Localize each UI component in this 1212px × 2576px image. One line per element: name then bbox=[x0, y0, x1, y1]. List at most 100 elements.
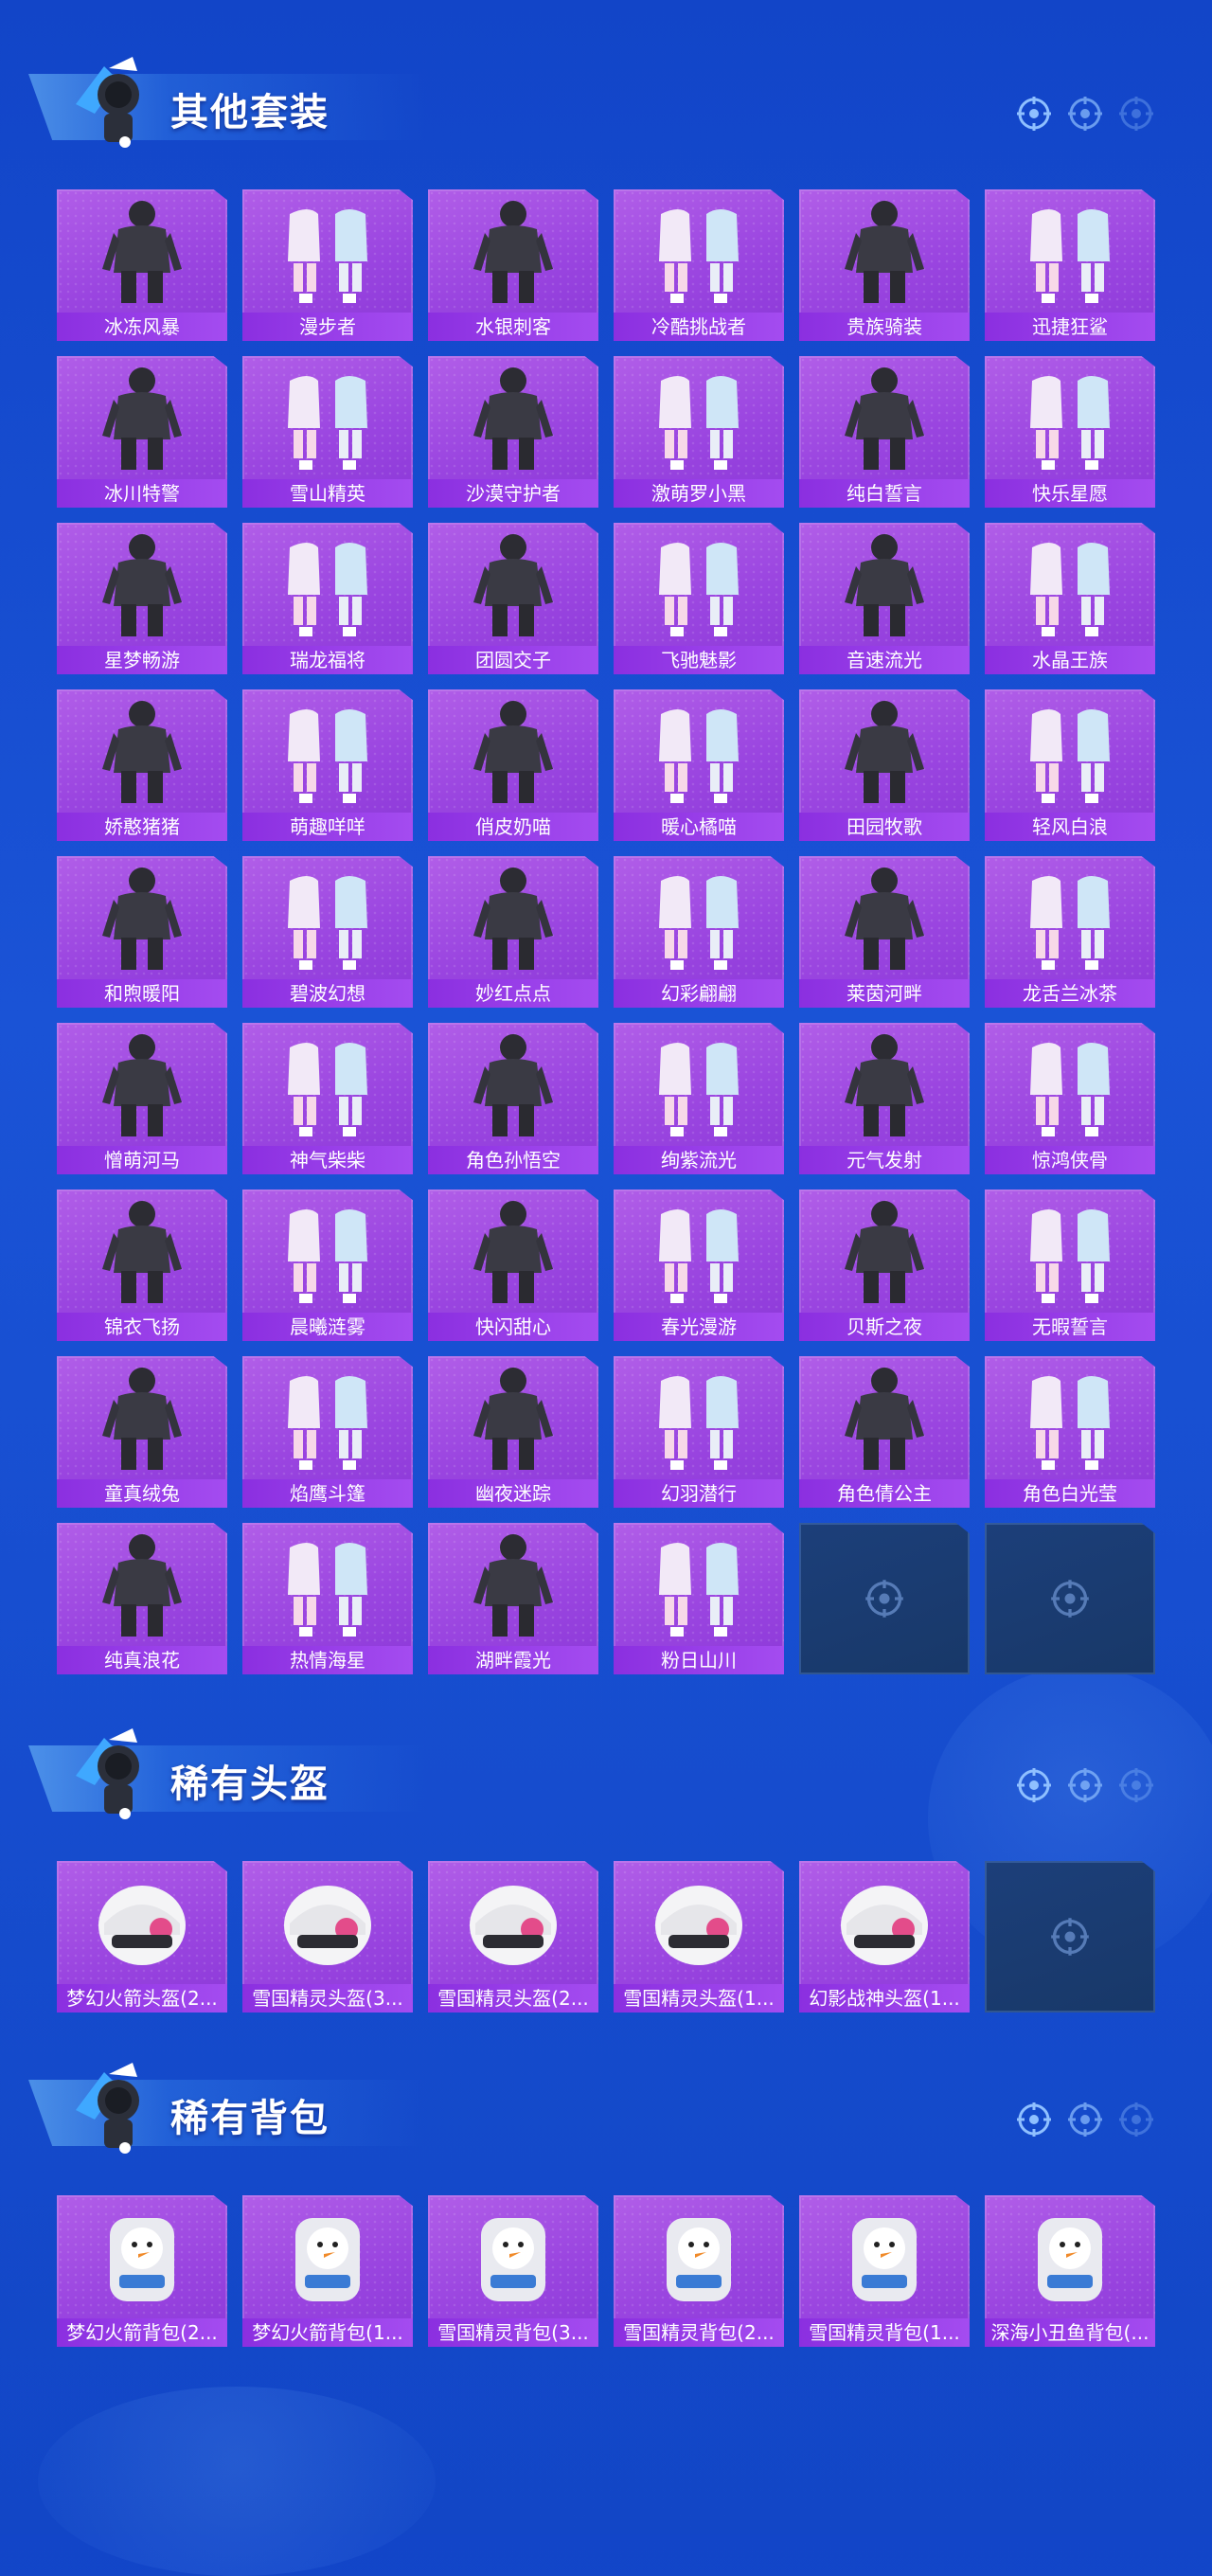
item-label: 雪山精英 bbox=[242, 479, 413, 508]
outfit-image bbox=[1004, 528, 1136, 640]
item-label: 晨曦涟雾 bbox=[242, 1313, 413, 1341]
backpack-card[interactable]: 梦幻火箭背包(1... bbox=[242, 2195, 413, 2347]
outfit-card[interactable]: 星梦畅游 bbox=[57, 523, 227, 674]
section-header: 其他套装 bbox=[28, 47, 1184, 152]
outfit-card[interactable]: 憎萌河马 bbox=[57, 1023, 227, 1174]
outfit-card[interactable]: 粉日山川 bbox=[614, 1523, 784, 1674]
outfit-card[interactable]: 碧波幻想 bbox=[242, 856, 413, 1008]
outfit-card[interactable]: 晨曦涟雾 bbox=[242, 1190, 413, 1341]
item-label: 音速流光 bbox=[799, 646, 970, 674]
outfit-card[interactable]: 雪山精英 bbox=[242, 356, 413, 508]
outfit-card[interactable]: 水晶王族 bbox=[985, 523, 1155, 674]
reticle-icon bbox=[1017, 97, 1051, 131]
outfit-card[interactable]: 快闪甜心 bbox=[428, 1190, 598, 1341]
backpack-card[interactable]: 雪国精灵背包(3... bbox=[428, 2195, 598, 2347]
outfit-card[interactable]: 龙舌兰冰茶 bbox=[985, 856, 1155, 1008]
outfit-card[interactable]: 轻风白浪 bbox=[985, 689, 1155, 841]
backpack-card[interactable]: 梦幻火箭背包(2... bbox=[57, 2195, 227, 2347]
item-label: 快乐星愿 bbox=[985, 479, 1155, 508]
item-label: 莱茵河畔 bbox=[799, 979, 970, 1008]
outfit-card[interactable]: 和煦暖阳 bbox=[57, 856, 227, 1008]
outfit-card[interactable]: 纯白誓言 bbox=[799, 356, 970, 508]
item-label: 纯真浪花 bbox=[57, 1646, 227, 1674]
outfit-card[interactable]: 无暇誓言 bbox=[985, 1190, 1155, 1341]
outfit-card[interactable]: 沙漠守护者 bbox=[428, 356, 598, 508]
outfit-card[interactable]: 角色孙悟空 bbox=[428, 1023, 598, 1174]
outfit-card[interactable]: 角色白光莹 bbox=[985, 1356, 1155, 1508]
item-label: 深海小丑鱼背包(... bbox=[985, 2318, 1155, 2347]
outfit-card[interactable]: 幻羽潜行 bbox=[614, 1356, 784, 1508]
outfit-card[interactable]: 神气柴柴 bbox=[242, 1023, 413, 1174]
item-label: 雪国精灵背包(2... bbox=[614, 2318, 784, 2347]
outfit-image bbox=[261, 528, 394, 640]
reticle-icon bbox=[1068, 97, 1102, 131]
outfit-card[interactable]: 元气发射 bbox=[799, 1023, 970, 1174]
outfit-image bbox=[447, 528, 579, 640]
outfit-card[interactable]: 春光漫游 bbox=[614, 1190, 784, 1341]
outfit-card[interactable]: 幽夜迷踪 bbox=[428, 1356, 598, 1508]
outfit-card[interactable]: 冷酷挑战者 bbox=[614, 189, 784, 341]
outfit-card[interactable]: 冰冻风暴 bbox=[57, 189, 227, 341]
item-label: 梦幻火箭头盔(2... bbox=[57, 1984, 227, 2012]
backpack-card[interactable]: 雪国精灵背包(1... bbox=[799, 2195, 970, 2347]
item-label: 粉日山川 bbox=[614, 1646, 784, 1674]
item-label: 角色倩公主 bbox=[799, 1479, 970, 1508]
outfit-image bbox=[76, 528, 208, 640]
item-label: 焰鹰斗篷 bbox=[242, 1479, 413, 1508]
outfit-image bbox=[818, 362, 951, 474]
outfit-card[interactable]: 焰鹰斗篷 bbox=[242, 1356, 413, 1508]
backpack-card[interactable]: 深海小丑鱼背包(... bbox=[985, 2195, 1155, 2347]
helmet-card[interactable]: 梦幻火箭头盔(2... bbox=[57, 1861, 227, 2012]
outfit-card[interactable]: 纯真浪花 bbox=[57, 1523, 227, 1674]
outfit-card[interactable]: 贝斯之夜 bbox=[799, 1190, 970, 1341]
outfit-image bbox=[447, 1529, 579, 1640]
item-label: 元气发射 bbox=[799, 1146, 970, 1174]
outfit-card[interactable]: 漫步者 bbox=[242, 189, 413, 341]
outfit-card[interactable]: 湖畔霞光 bbox=[428, 1523, 598, 1674]
backpack-card[interactable]: 雪国精灵背包(2... bbox=[614, 2195, 784, 2347]
item-label: 冷酷挑战者 bbox=[614, 313, 784, 341]
section-title: 稀有背包 bbox=[170, 2097, 330, 2140]
outfit-card[interactable]: 绚紫流光 bbox=[614, 1023, 784, 1174]
outfit-card[interactable]: 冰川特警 bbox=[57, 356, 227, 508]
outfit-card[interactable]: 团圆交子 bbox=[428, 523, 598, 674]
reticle-icon bbox=[1068, 2102, 1102, 2137]
outfit-card[interactable]: 娇憨猪猪 bbox=[57, 689, 227, 841]
outfit-card[interactable]: 瑞龙福将 bbox=[242, 523, 413, 674]
outfit-image bbox=[633, 362, 765, 474]
outfit-card[interactable]: 童真绒兔 bbox=[57, 1356, 227, 1508]
outfit-image bbox=[818, 1029, 951, 1140]
helmet-card[interactable]: 雪国精灵头盔(1... bbox=[614, 1861, 784, 2012]
outfit-image bbox=[76, 1529, 208, 1640]
outfit-card[interactable]: 俏皮奶喵 bbox=[428, 689, 598, 841]
outfit-image bbox=[633, 195, 765, 307]
section-title: 稀有头盔 bbox=[170, 1762, 330, 1806]
outfit-card[interactable]: 锦衣飞扬 bbox=[57, 1190, 227, 1341]
item-label: 纯白誓言 bbox=[799, 479, 970, 508]
outfit-card[interactable]: 音速流光 bbox=[799, 523, 970, 674]
helmet-card[interactable]: 雪国精灵头盔(2... bbox=[428, 1861, 598, 2012]
outfit-card[interactable]: 角色倩公主 bbox=[799, 1356, 970, 1508]
outfit-image bbox=[1004, 1029, 1136, 1140]
outfit-card[interactable]: 惊鸿侠骨 bbox=[985, 1023, 1155, 1174]
item-label: 迅捷狂鲨 bbox=[985, 313, 1155, 341]
outfit-card[interactable]: 暖心橘喵 bbox=[614, 689, 784, 841]
outfit-card[interactable]: 贵族骑装 bbox=[799, 189, 970, 341]
outfit-card[interactable]: 快乐星愿 bbox=[985, 356, 1155, 508]
outfit-card[interactable]: 激萌罗小黑 bbox=[614, 356, 784, 508]
outfit-card[interactable]: 飞驰魅影 bbox=[614, 523, 784, 674]
outfit-card[interactable]: 幻彩翩翩 bbox=[614, 856, 784, 1008]
outfit-card[interactable]: 热情海星 bbox=[242, 1523, 413, 1674]
helmet-card[interactable]: 幻影战神头盔(1... bbox=[799, 1861, 970, 2012]
item-label: 娇憨猪猪 bbox=[57, 813, 227, 841]
item-label: 激萌罗小黑 bbox=[614, 479, 784, 508]
outfit-card[interactable]: 迅捷狂鲨 bbox=[985, 189, 1155, 341]
outfit-card[interactable]: 萌趣咩咩 bbox=[242, 689, 413, 841]
helmet-card[interactable]: 雪国精灵头盔(3... bbox=[242, 1861, 413, 2012]
outfit-image bbox=[447, 195, 579, 307]
outfit-card[interactable]: 水银刺客 bbox=[428, 189, 598, 341]
outfit-card[interactable]: 妙红点点 bbox=[428, 856, 598, 1008]
item-label: 快闪甜心 bbox=[428, 1313, 598, 1341]
outfit-card[interactable]: 莱茵河畔 bbox=[799, 856, 970, 1008]
outfit-card[interactable]: 田园牧歌 bbox=[799, 689, 970, 841]
